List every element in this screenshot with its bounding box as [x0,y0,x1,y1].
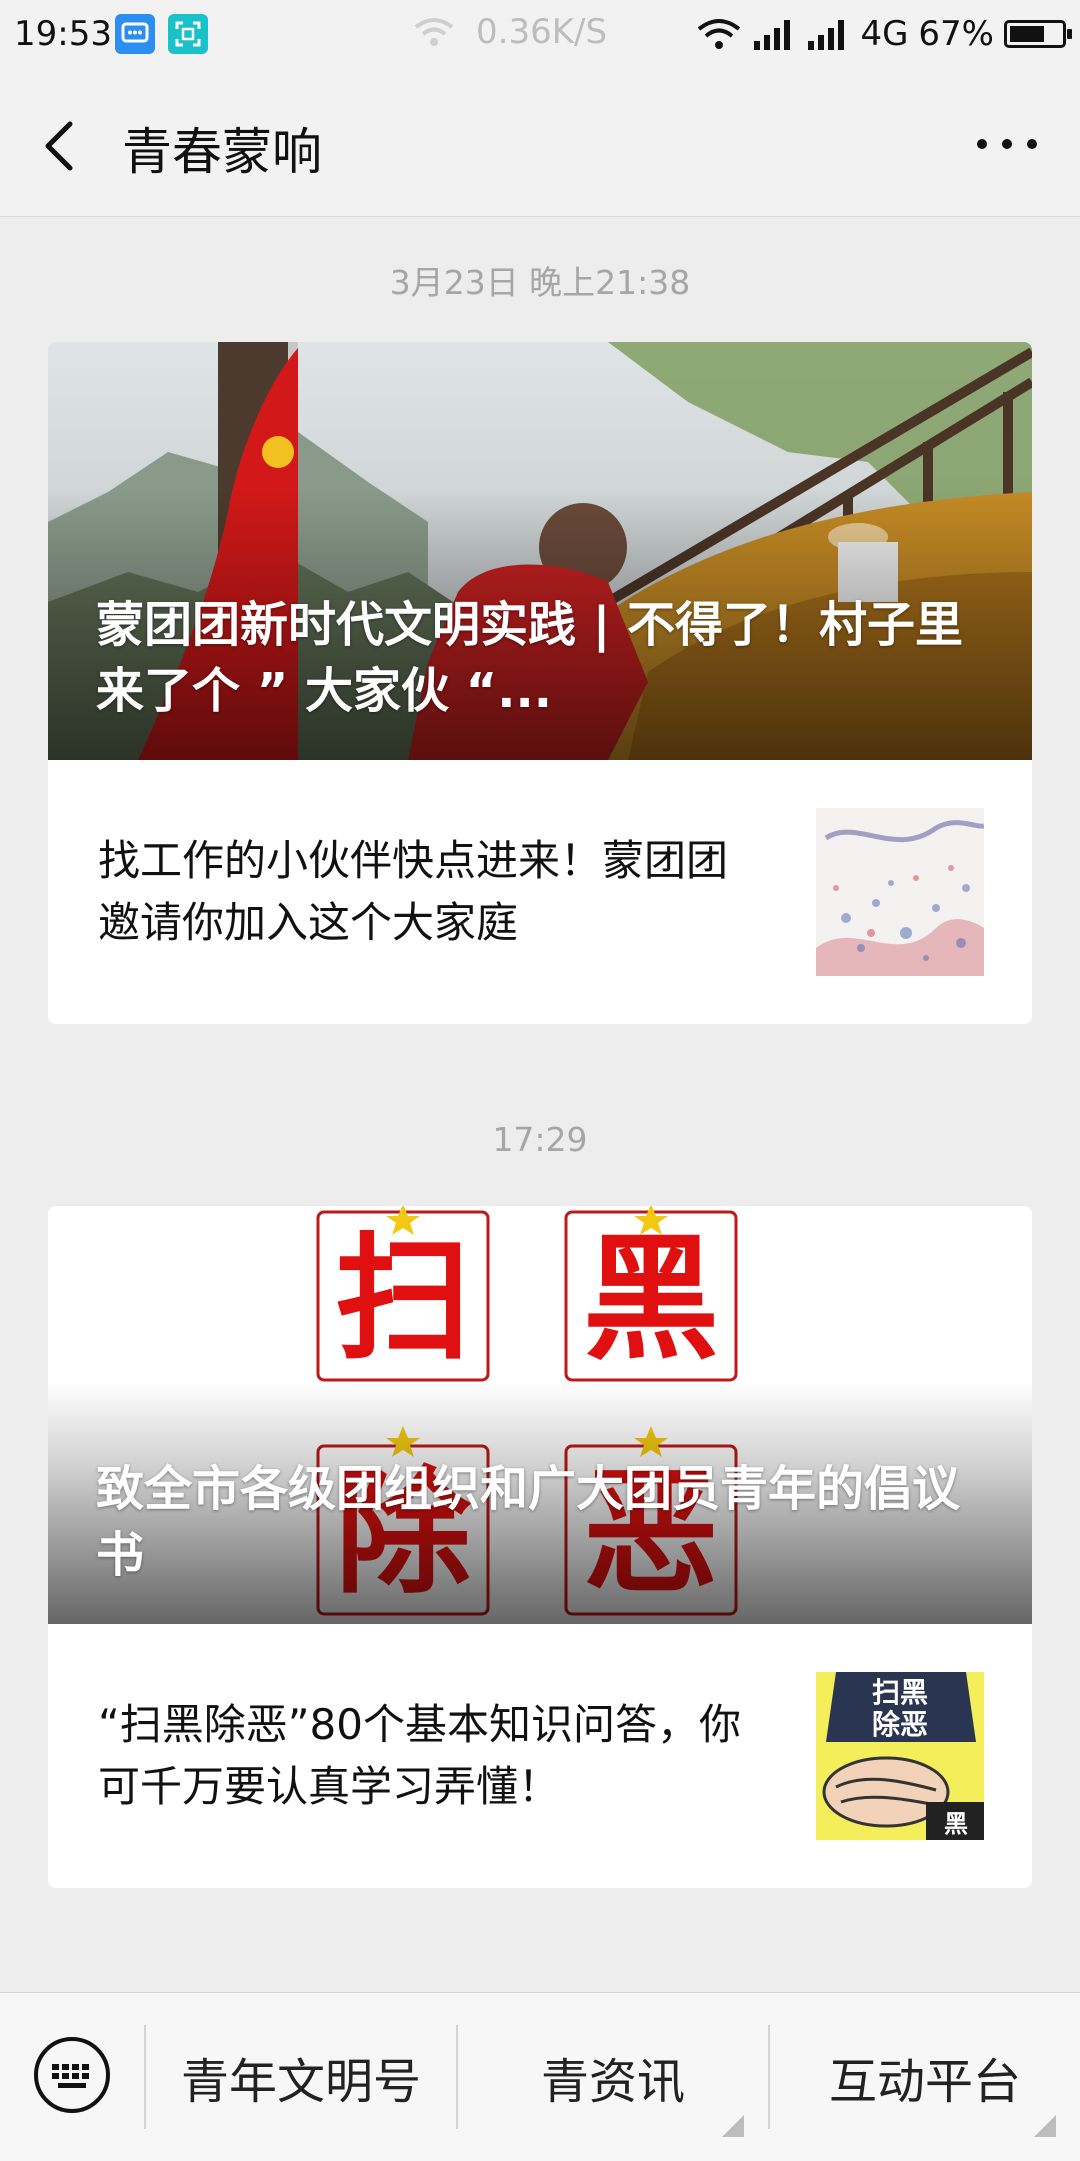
menu-item-youth-civilization[interactable]: 青年文明号 [144,2025,456,2129]
article-thumbnail-youth [816,808,984,976]
title-bar: 青春蒙响 [0,72,1080,217]
menu-item-label: 青资讯 [540,2054,685,2110]
signal-icon-2 [808,20,845,50]
status-bar: 19:53 0.36K/S 4G 67% [0,0,1080,72]
article-sub-title: “扫黑除恶”80个基本知识问答，你可千万要认真学习弄懂！ [98,1700,741,1811]
message-timestamp: 17:29 [492,1120,588,1159]
scan-notification-icon [168,14,208,54]
svg-text:扫黑: 扫黑 [872,1676,928,1709]
more-dots-icon[interactable] [972,134,1042,154]
article-sub-item[interactable]: 找工作的小伙伴快点进来！蒙团团邀请你加入这个大家庭 [48,760,1032,1022]
network-speed: 0.36K/S [412,12,607,52]
article-hero[interactable]: 蒙团团新时代文明实践 | 不得了！村子里来了个 ” 大家伙 “... [48,342,1032,760]
battery-fill [1010,26,1044,42]
article-thumbnail-saohei: 扫黑 除恶 黑 [816,1672,984,1840]
page-title: 青春蒙响 [122,123,322,181]
signal-icon [754,20,791,50]
menu-item-label: 互动平台 [828,2054,1021,2110]
wifi-dim-icon [414,18,454,46]
bottom-menu: 青年文明号 青资讯 互动平台 [0,1992,1080,2161]
article-card: 扫 黑 除 恶 致全市各级团组织和广大团员青年的倡议书 “扫黑除恶”80个基本知… [48,1206,1032,1888]
back-arrow-icon[interactable] [40,118,80,174]
battery-percent: 67% [918,14,994,54]
keyboard-icon[interactable] [32,2035,112,2115]
message-timestamp: 3月23日 晚上21:38 [389,263,691,302]
submenu-indicator-icon [1034,2115,1056,2137]
message-notification-icon [115,14,155,54]
article-card: 蒙团团新时代文明实践 | 不得了！村子里来了个 ” 大家伙 “... 找工作的小… [48,342,1032,1024]
net-speed-text: 0.36K/S [476,12,608,52]
menu-item-interaction[interactable]: 互动平台 [768,2025,1080,2137]
menu-item-news[interactable]: 青资讯 [456,2025,768,2137]
wifi-icon [698,19,741,49]
submenu-indicator-icon [722,2115,744,2137]
battery-icon [1004,20,1072,48]
article-sub-title: 找工作的小伙伴快点进来！蒙团团邀请你加入这个大家庭 [98,836,729,947]
svg-text:除恶: 除恶 [872,1708,928,1741]
svg-text:黑: 黑 [944,1810,968,1838]
network-type: 4G [860,14,909,54]
menu-item-label: 青年文明号 [180,2054,421,2110]
article-hero[interactable]: 扫 黑 除 恶 致全市各级团组织和广大团员青年的倡议书 [48,1206,1032,1624]
article-main-title: 蒙团团新时代文明实践 | 不得了！村子里来了个 ” 大家伙 “... [96,597,963,719]
status-time: 19:53 [14,14,112,54]
article-main-title: 致全市各级团组织和广大团员青年的倡议书 [96,1461,961,1583]
article-sub-item[interactable]: “扫黑除恶”80个基本知识问答，你可千万要认真学习弄懂！ 扫黑 除恶 黑 [48,1624,1032,1886]
